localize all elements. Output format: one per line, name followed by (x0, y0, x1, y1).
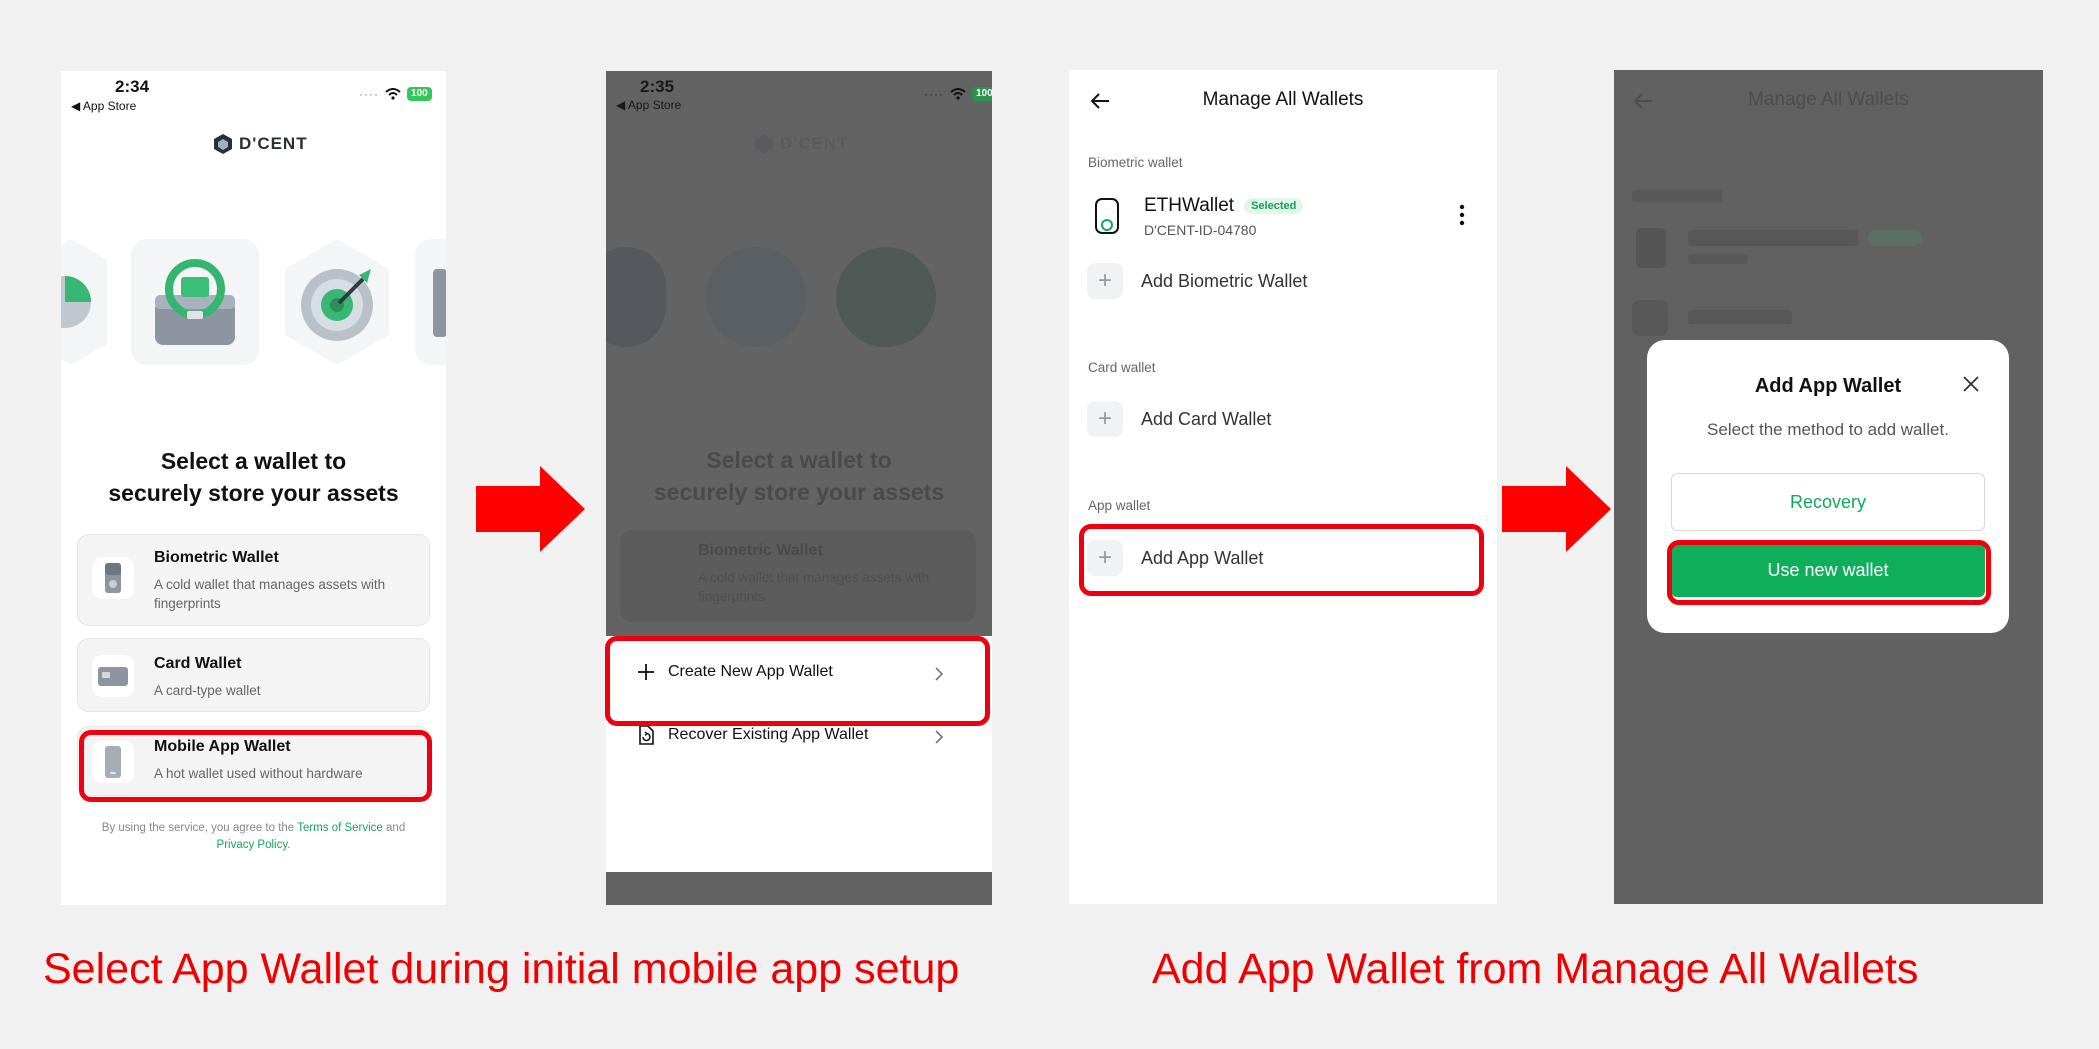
wifi-icon (385, 88, 401, 100)
option-card-wallet[interactable]: Card Wallet A card-type wallet (77, 638, 430, 712)
page-title-line1-dimmed: Select a wallet to (706, 447, 892, 473)
wallet-id: D'CENT-ID-04780 (1144, 222, 1257, 238)
panel-manage-all-wallets: Manage All Wallets Biometric wallet ETHW… (1069, 70, 1497, 904)
option-description: A card-type wallet (154, 683, 261, 698)
bottom-dimmed-strip (606, 872, 992, 905)
carousel-dimmed (606, 247, 992, 357)
signal-icon: ···· (924, 87, 944, 101)
back-to-app-store[interactable]: ◀ App Store (616, 98, 681, 112)
status-indicators: ···· 100 (359, 87, 432, 101)
status-time: 2:34 (115, 77, 150, 96)
add-biometric-wallet[interactable]: + Add Biometric Wallet (1087, 263, 1307, 299)
terms-and: and (382, 822, 406, 834)
wallet-name-row: ETHWallet Selected (1144, 195, 1304, 217)
status-indicators: ···· 100 (924, 87, 992, 101)
logo-text: D'CENT (780, 134, 849, 153)
carousel-tile-partial-left (61, 239, 107, 365)
option-description: A cold wallet that manages assets with f… (154, 577, 386, 611)
panel-app-wallet-sheet: 2:35 ◀ App Store ···· 100 D'CENT Select … (606, 71, 992, 905)
terms-prefix: By using the service, you agree to the (101, 822, 298, 834)
battery-indicator: 100 (406, 87, 432, 101)
biometric-device-icon (92, 557, 134, 599)
carousel-tile-wallet (131, 239, 259, 365)
battery-indicator: 100 (971, 87, 992, 101)
selected-badge: Selected (1244, 198, 1304, 214)
dcent-logo-icon (755, 134, 773, 154)
plus-icon: + (1087, 401, 1123, 437)
terms-of-service-link[interactable]: Terms of Service (297, 822, 383, 834)
option-title: Card Wallet (154, 655, 242, 672)
add-card-wallet[interactable]: + Add Card Wallet (1087, 401, 1271, 437)
option-title: Biometric Wallet (154, 549, 279, 566)
highlight-create-new-app-wallet (605, 636, 990, 726)
card-device-icon (92, 655, 134, 697)
panel-add-app-wallet-modal: Manage All Wallets Add App Wallet Select… (1614, 70, 2043, 904)
recovery-button[interactable]: Recovery (1671, 473, 1985, 531)
modal-title: Add App Wallet (1754, 375, 1902, 397)
caption-right: Add App Wallet from Manage All Wallets (1152, 945, 1919, 993)
more-options-icon[interactable] (1458, 203, 1466, 227)
dimmed-background[interactable]: 2:35 ◀ App Store ···· 100 D'CENT Select … (606, 71, 992, 636)
status-time: 2:35 (640, 77, 675, 96)
terms-notice: By using the service, you agree to the T… (91, 820, 416, 854)
page-title-line2-dimmed: securely store your assets (653, 479, 945, 505)
dcent-logo: D'CENT (213, 133, 308, 155)
modal-subtitle: Select the method to add wallet. (1707, 420, 1949, 439)
page-title-line1: Select a wallet to (160, 448, 347, 474)
dcent-logo-dimmed: D'CENT (754, 133, 849, 155)
dimmed-list (1632, 190, 2027, 340)
caption-left: Select App Wallet during initial mobile … (43, 945, 960, 993)
recover-existing-app-wallet-label: Recover Existing App Wallet (668, 726, 869, 743)
wallet-item-ethwallet[interactable]: ETHWallet Selected D'CENT-ID-04780 (1088, 195, 1483, 251)
highlight-mobile-app-wallet (79, 730, 432, 802)
back-to-app-store[interactable]: ◀ App Store (71, 99, 136, 113)
biometric-device-icon (1095, 198, 1119, 234)
dcent-logo-icon (214, 134, 232, 154)
wifi-icon (950, 88, 966, 100)
carousel-tile-target (285, 239, 389, 365)
option-card-dimmed: Biometric Wallet A cold wallet that mana… (620, 530, 976, 622)
page-title-dimmed: Manage All Wallets (1748, 89, 1909, 110)
chevron-right-icon (935, 730, 944, 744)
highlight-use-new-wallet (1667, 540, 1991, 605)
signal-icon: ···· (359, 87, 379, 101)
section-app-wallet: App wallet (1088, 498, 1151, 513)
option-title-dimmed: Biometric Wallet (698, 542, 823, 559)
plus-icon: + (1087, 263, 1123, 299)
add-card-wallet-label: Add Card Wallet (1141, 408, 1272, 429)
add-biometric-wallet-label: Add Biometric Wallet (1141, 270, 1308, 291)
option-desc-dimmed: A cold wallet that manages assets with f… (698, 570, 930, 604)
close-icon[interactable] (1961, 374, 1981, 394)
wallet-carousel[interactable] (61, 239, 446, 369)
briefcase-coin-icon (155, 259, 235, 345)
arrow-right-icon (1502, 466, 1611, 552)
carousel-tile-partial-right (415, 239, 446, 365)
highlight-add-app-wallet (1079, 524, 1484, 596)
page-title-line2: securely store your assets (108, 480, 399, 506)
arrow-right-icon (476, 466, 585, 552)
privacy-policy-link[interactable]: Privacy Policy (217, 839, 288, 851)
section-biometric-wallet: Biometric wallet (1088, 155, 1183, 170)
option-biometric-wallet[interactable]: Biometric Wallet A cold wallet that mana… (77, 534, 430, 626)
section-card-wallet: Card wallet (1088, 360, 1156, 375)
recover-icon (639, 725, 654, 745)
terms-end: . (287, 839, 291, 851)
page-title: Manage All Wallets (1202, 89, 1364, 110)
logo-text: D'CENT (239, 134, 308, 153)
wallet-name: ETHWallet (1144, 195, 1235, 216)
